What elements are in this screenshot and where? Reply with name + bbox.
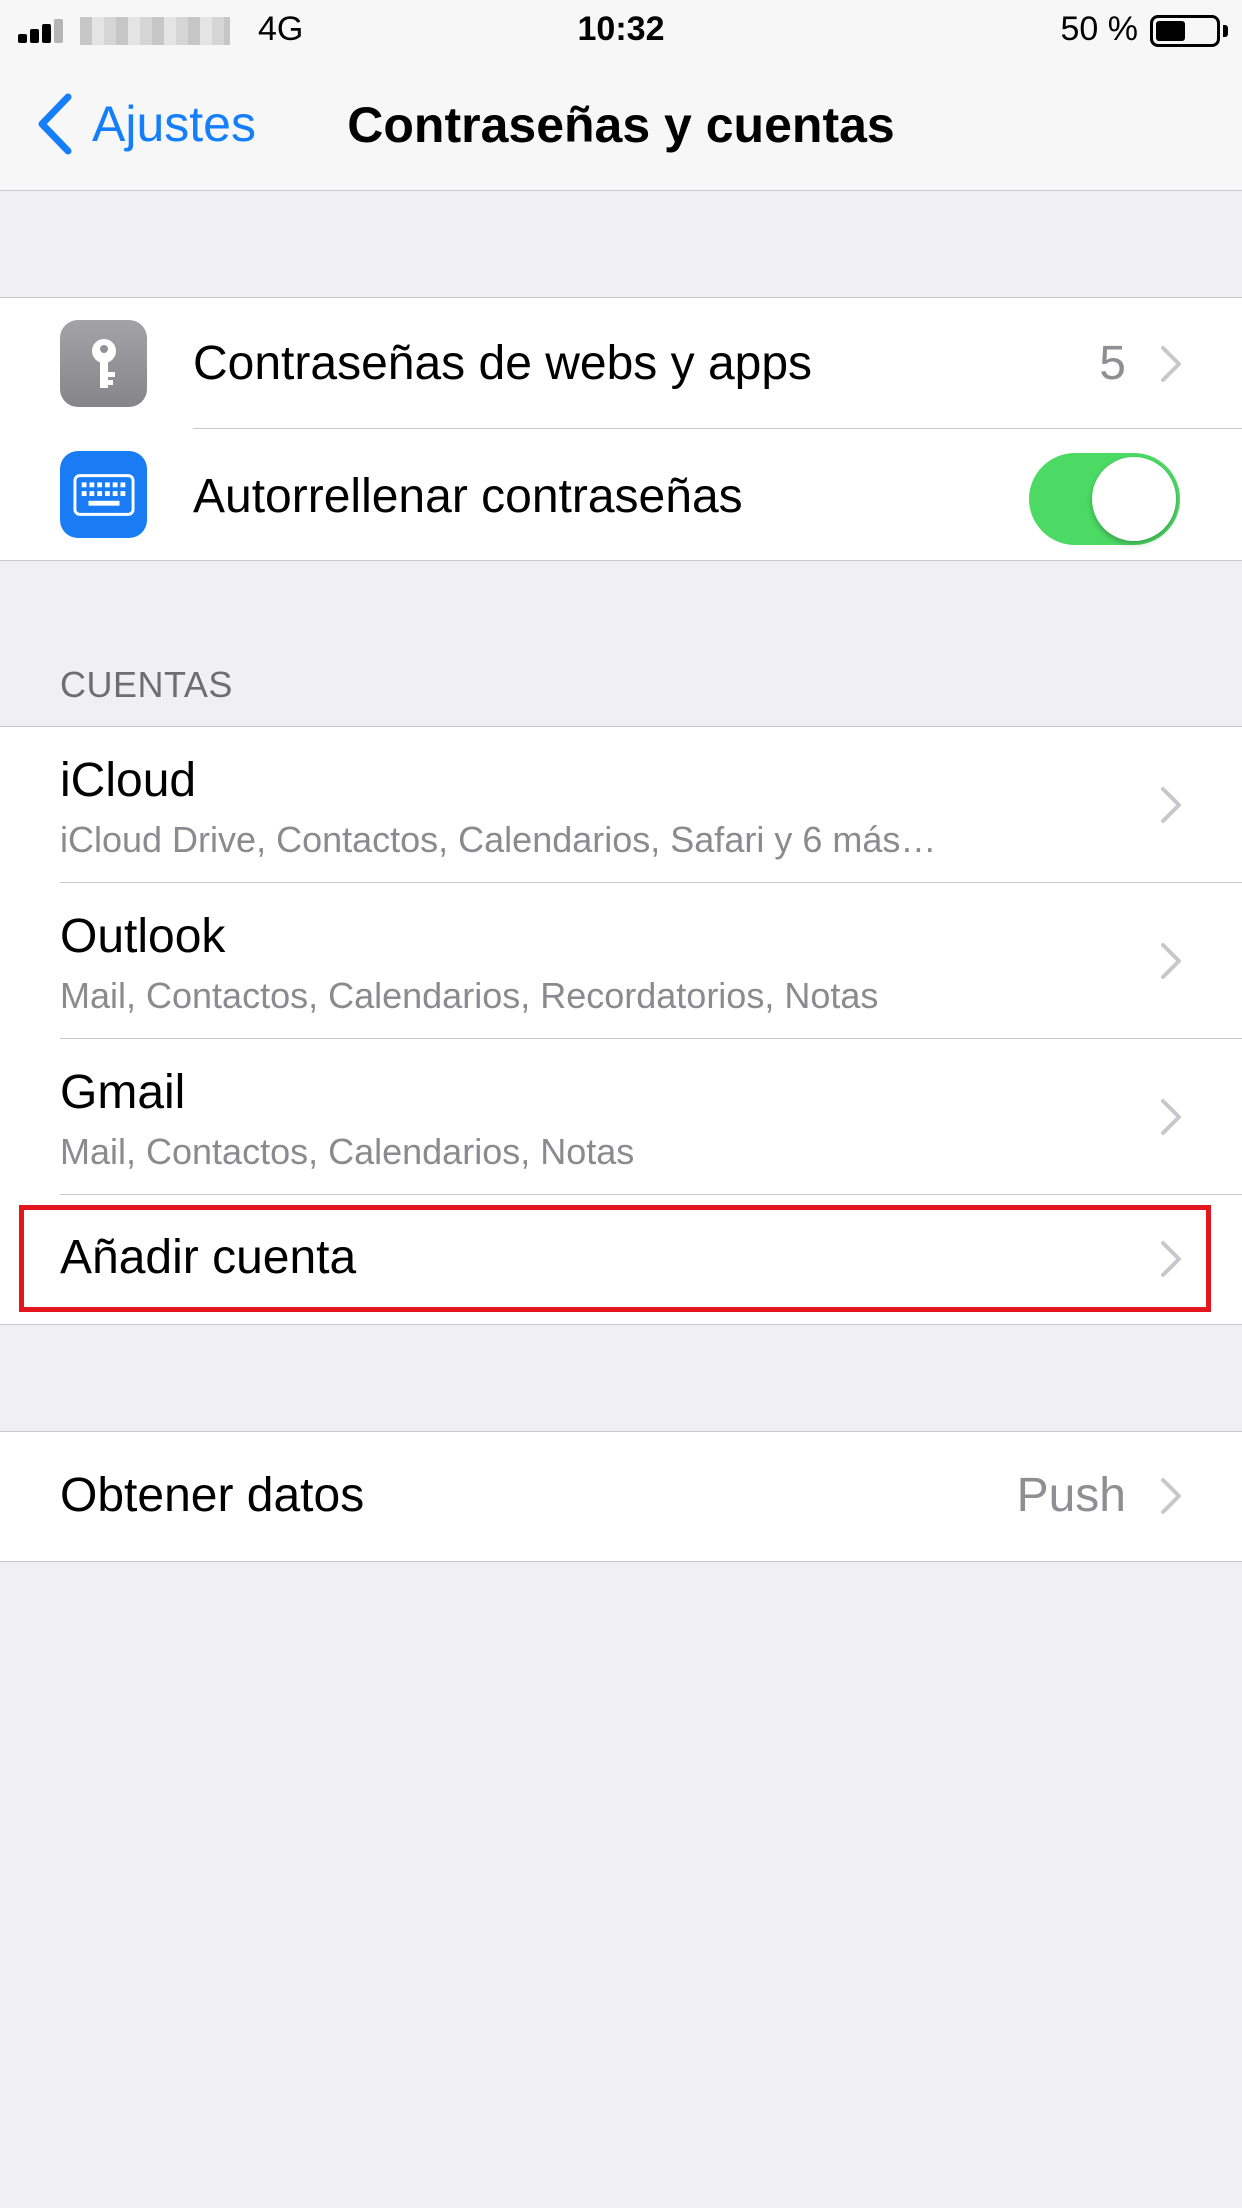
key-icon	[60, 320, 147, 407]
autofill-toggle[interactable]	[1029, 453, 1180, 545]
status-bar: 4G 10:32 50 %	[0, 0, 1242, 60]
passwords-group: Contraseñas de webs y apps 5 Autorrellen…	[0, 297, 1242, 561]
account-services: Mail, Contactos, Calendarios, Recordator…	[60, 975, 879, 1016]
account-name: Gmail	[60, 1066, 186, 1119]
account-row-outlook[interactable]: Outlook Mail, Contactos, Calendarios, Re…	[0, 883, 1242, 1039]
battery-percentage: 50 %	[1060, 10, 1139, 48]
autofill-passwords-label: Autorrellenar contraseñas	[193, 470, 743, 523]
account-row-icloud[interactable]: iCloud iCloud Drive, Contactos, Calendar…	[0, 727, 1242, 883]
fetch-data-row[interactable]: Obtener datos Push	[0, 1432, 1242, 1561]
autofill-passwords-row: Autorrellenar contraseñas	[0, 429, 1242, 560]
web-app-passwords-row[interactable]: Contraseñas de webs y apps 5	[0, 298, 1242, 429]
chevron-right-icon	[1161, 1478, 1181, 1514]
account-name: iCloud	[60, 754, 197, 807]
keyboard-icon	[60, 451, 147, 538]
chevron-right-icon	[1161, 787, 1181, 823]
navigation-bar: Ajustes Contraseñas y cuentas	[0, 60, 1242, 191]
status-time: 10:32	[577, 10, 665, 48]
toggle-knob	[1092, 457, 1176, 541]
passwords-count: 5	[1099, 337, 1126, 390]
account-services: Mail, Contactos, Calendarios, Notas	[60, 1131, 635, 1172]
account-name: Outlook	[60, 910, 226, 963]
chevron-right-icon	[1161, 346, 1181, 382]
chevron-right-icon	[1161, 1099, 1181, 1135]
account-services: iCloud Drive, Contactos, Calendarios, Sa…	[60, 819, 937, 860]
battery-icon	[1150, 15, 1220, 47]
account-row-gmail[interactable]: Gmail Mail, Contactos, Calendarios, Nota…	[0, 1039, 1242, 1195]
fetch-data-label: Obtener datos	[60, 1469, 365, 1522]
fetch-data-group: Obtener datos Push	[0, 1431, 1242, 1562]
web-app-passwords-label: Contraseñas de webs y apps	[193, 337, 813, 390]
fetch-data-value: Push	[1016, 1469, 1126, 1522]
chevron-right-icon	[1161, 943, 1181, 979]
section-header-accounts: CUENTAS	[60, 664, 233, 705]
battery-tip	[1223, 25, 1228, 37]
add-account-highlight	[19, 1205, 1211, 1312]
page-title: Contraseñas y cuentas	[347, 97, 895, 153]
